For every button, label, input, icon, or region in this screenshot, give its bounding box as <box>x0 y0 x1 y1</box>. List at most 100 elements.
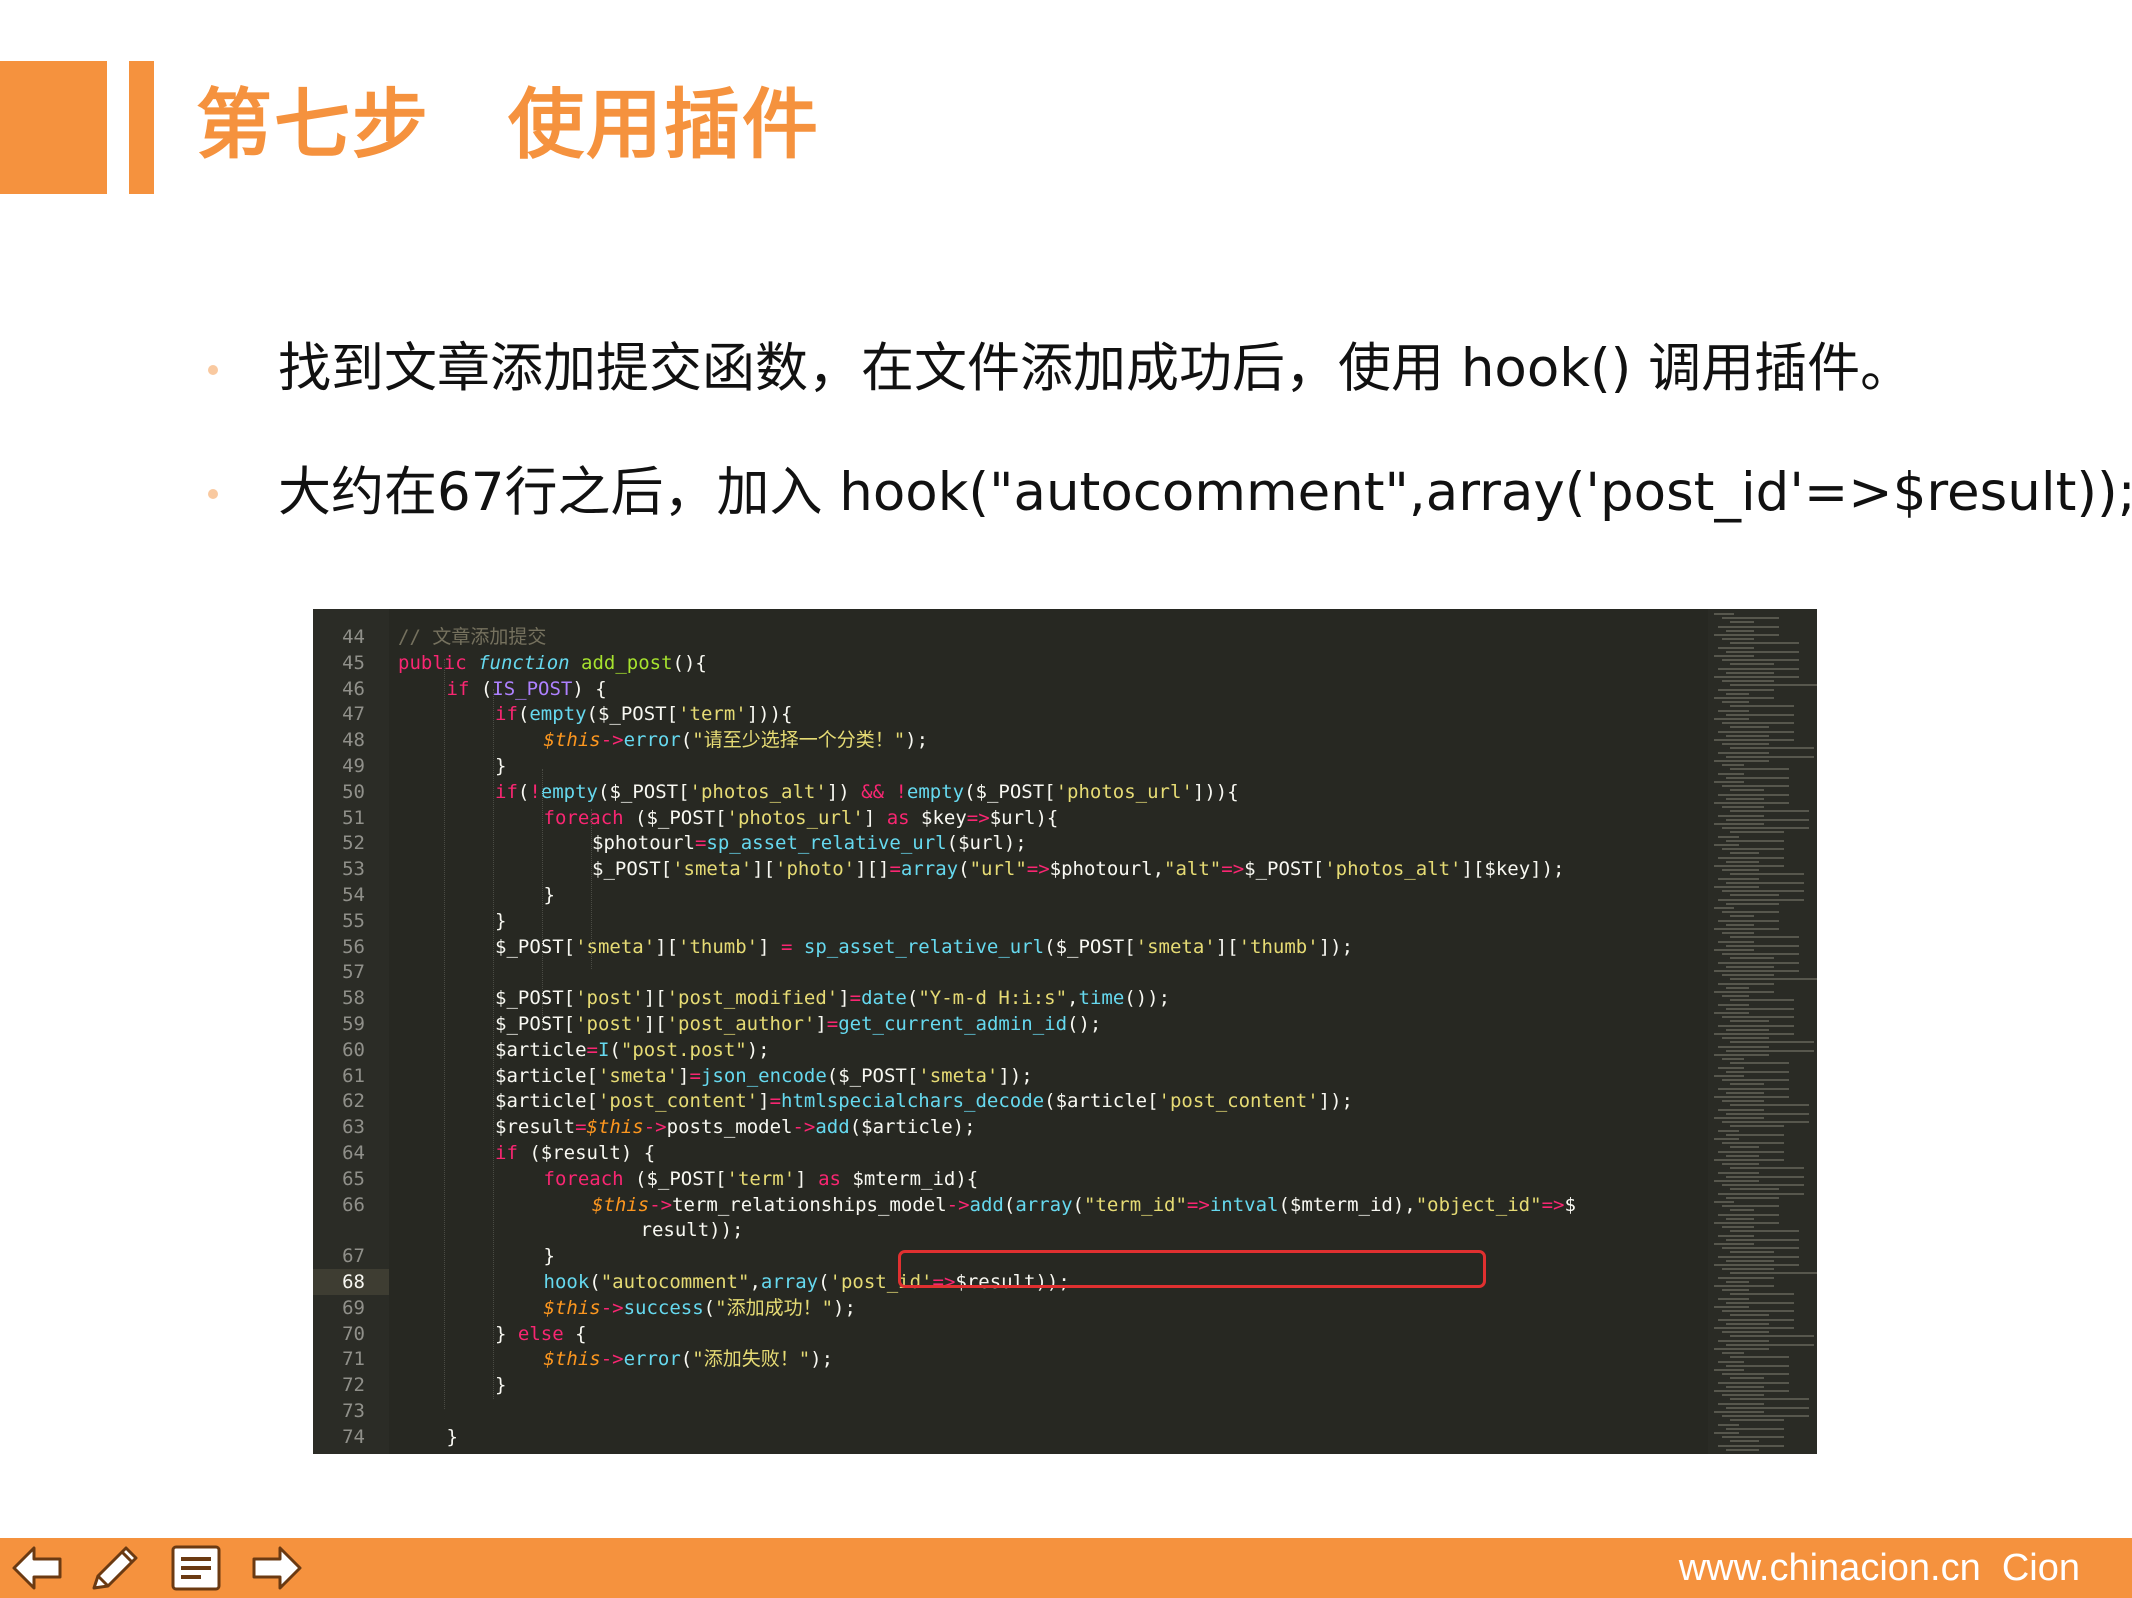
minimap-line <box>1722 1142 1784 1145</box>
minimap-line <box>1726 1427 1784 1430</box>
minimap-line <box>1718 709 1749 712</box>
line-code: $this->error("添加失败！"); <box>543 1348 834 1371</box>
minimap-line <box>1726 713 1794 716</box>
code-line: 73 <box>313 1398 1713 1424</box>
minimap-line <box>1714 655 1754 657</box>
minimap-line <box>1722 827 1809 830</box>
code-line: 45 public function add_post(){ <box>313 650 1713 676</box>
line-code: $result=$this->posts_model->add($article… <box>495 1116 976 1139</box>
code-line: 62 $article['post_content']=htmlspecialch… <box>313 1088 1713 1114</box>
minimap-line <box>1726 1259 1774 1262</box>
minimap-line <box>1714 1012 1749 1014</box>
minimap-line <box>1722 1121 1809 1124</box>
minimap-line <box>1718 982 1774 985</box>
line-number: 57 <box>342 961 365 984</box>
code-screenshot: 44 // 文章添加提交 45 public function add_post(){… <box>313 609 1817 1454</box>
code-line: 57 <box>313 959 1713 985</box>
line-code: foreach ($_POST['photos_url'] as $key=>$… <box>543 806 1059 829</box>
minimap-line <box>1730 831 1784 834</box>
minimap-line <box>1730 810 1809 813</box>
minimap-line <box>1714 1075 1744 1077</box>
minimap-line <box>1726 1385 1764 1388</box>
minimap-line <box>1714 970 1799 972</box>
line-number: 63 <box>342 1116 365 1139</box>
minimap-line <box>1722 806 1764 809</box>
indent-guide <box>444 659 445 1409</box>
minimap-line <box>1714 718 1749 720</box>
minimap-line <box>1722 701 1749 704</box>
line-number: 44 <box>342 626 365 648</box>
line-code: $_POST['post']['post_modified']=date("Y-… <box>495 987 1171 1010</box>
line-number: 68 <box>342 1271 365 1293</box>
minimap-line <box>1718 877 1759 880</box>
minimap-line <box>1714 634 1779 636</box>
minimap-line <box>1714 1264 1799 1266</box>
title-accent-block <box>0 61 107 194</box>
pencil-icon[interactable] <box>86 1542 142 1594</box>
minimap-line <box>1714 1306 1749 1308</box>
minimap-line <box>1714 991 1774 993</box>
minimap-line <box>1718 1003 1749 1006</box>
minimap-line <box>1722 848 1784 851</box>
minimap-line <box>1718 1402 1764 1405</box>
minimap-line <box>1730 852 1759 855</box>
minimap-line <box>1726 1364 1789 1367</box>
minimap-line <box>1714 1285 1774 1287</box>
line-code: } <box>543 884 555 906</box>
minimap-line <box>1718 1276 1774 1279</box>
minimap-line <box>1730 1272 1817 1275</box>
minimap-line <box>1718 919 1779 922</box>
minimap-line <box>1730 1440 1759 1443</box>
arrow-left-icon[interactable] <box>10 1542 66 1594</box>
minimap-line <box>1714 1180 1759 1182</box>
minimap-line <box>1718 1129 1739 1132</box>
code-line: 53 $_POST['smeta']['photo'][]=array("url"… <box>313 856 1713 882</box>
minimap-line <box>1718 1423 1739 1426</box>
line-code: } <box>495 755 507 777</box>
minimap-line <box>1726 944 1799 947</box>
code-line: 56 $_POST['smeta']['thumb'] = sp_asset_re… <box>313 934 1713 960</box>
line-number: 46 <box>342 677 365 700</box>
minimap-line <box>1730 1293 1794 1296</box>
minimap-line <box>1730 642 1799 645</box>
code-minimap <box>1708 609 1817 1454</box>
minimap-line <box>1722 1184 1804 1187</box>
line-code: foreach ($_POST['term'] as $mterm_id){ <box>543 1167 979 1190</box>
minimap-line <box>1726 818 1809 821</box>
line-number: 51 <box>342 806 365 829</box>
minimap-line <box>1726 671 1774 674</box>
minimap-line <box>1726 986 1749 989</box>
minimap-line <box>1726 734 1769 737</box>
minimap-line <box>1718 1318 1794 1321</box>
minimap-line <box>1714 907 1734 909</box>
minimap-line <box>1722 1058 1744 1061</box>
line-code: $this->error("请至少选择一个分类！"); <box>543 729 929 752</box>
minimap-line <box>1714 760 1769 762</box>
code-line: 64 if ($result) { <box>313 1140 1713 1166</box>
minimap-line <box>1726 1091 1764 1094</box>
code-line: 55} <box>313 908 1713 934</box>
minimap-line <box>1726 1343 1814 1346</box>
minimap-line <box>1722 680 1774 683</box>
minimap-line <box>1730 1356 1789 1359</box>
minimap-line <box>1722 911 1779 914</box>
line-code: // 文章添加提交 <box>398 626 547 648</box>
bullet-dot <box>208 489 218 499</box>
minimap-line <box>1730 621 1754 624</box>
footer-url[interactable]: www.chinacion.cn Cion <box>1679 1544 2080 1592</box>
notes-icon[interactable] <box>168 1542 224 1594</box>
line-number: 65 <box>342 1167 365 1190</box>
minimap-line <box>1714 1033 1794 1035</box>
minimap-line <box>1730 1041 1814 1044</box>
code-line: 71 $this->error("添加失败！"); <box>313 1346 1713 1372</box>
minimap-line <box>1730 684 1817 687</box>
minimap-line <box>1722 1394 1764 1397</box>
minimap-line <box>1718 898 1804 901</box>
line-code: } <box>446 1425 458 1448</box>
minimap-line <box>1726 1217 1754 1220</box>
minimap-line <box>1718 1108 1764 1111</box>
arrow-right-icon[interactable] <box>248 1542 304 1594</box>
line-code: $this->term_relationships_model->add(arr… <box>592 1193 1576 1216</box>
minimap-line <box>1726 1175 1804 1178</box>
line-code: } <box>495 1374 507 1397</box>
